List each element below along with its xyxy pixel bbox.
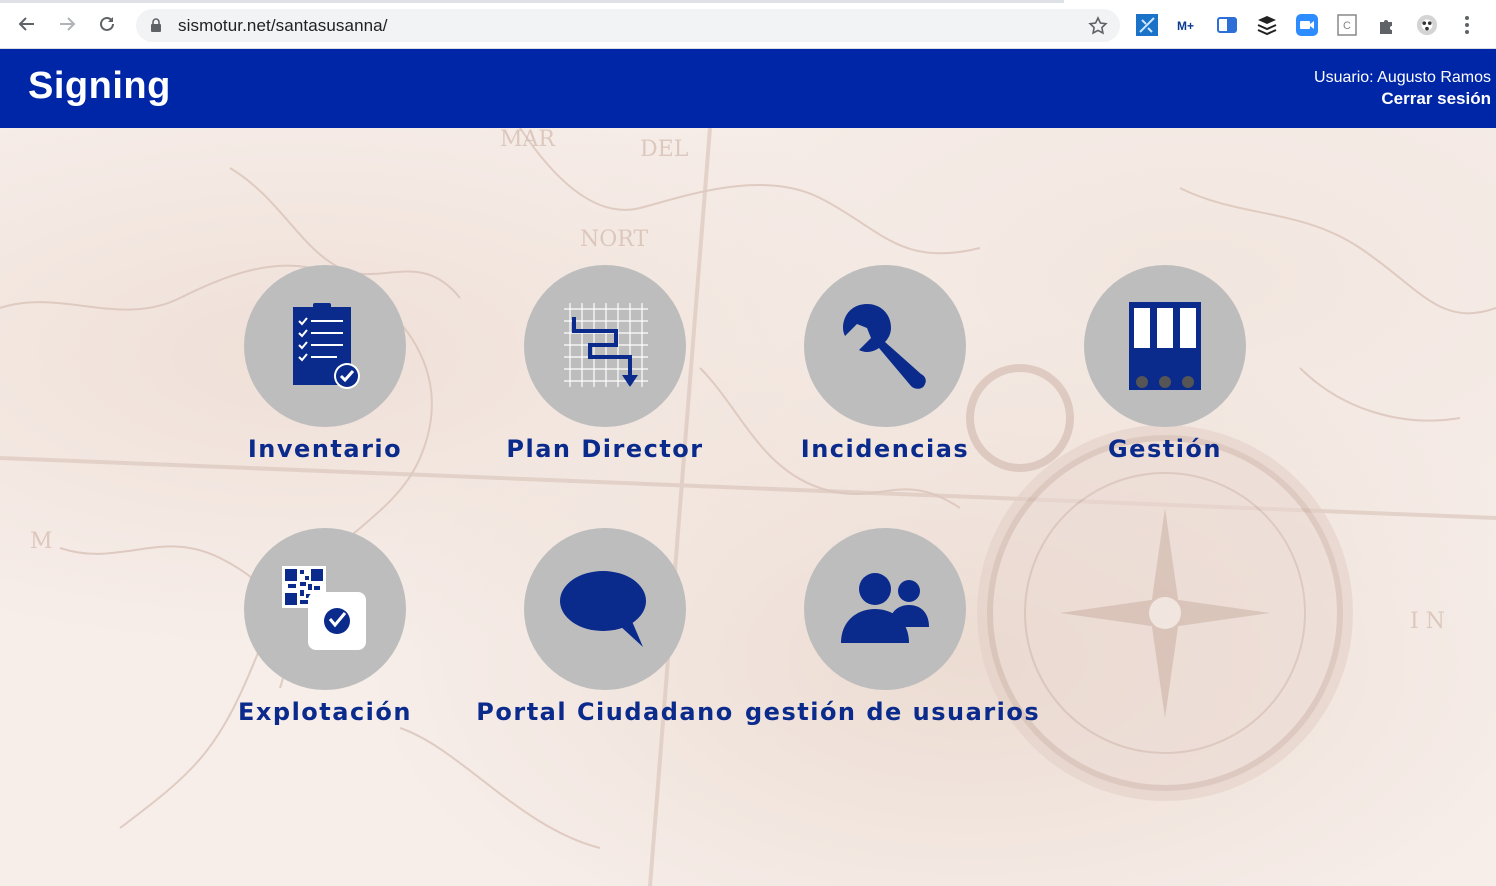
reload-icon xyxy=(100,16,114,31)
extensions-puzzle-icon[interactable] xyxy=(1376,14,1398,36)
speech-bubble-icon xyxy=(560,571,646,647)
browser-menu-icon[interactable] xyxy=(1456,14,1478,36)
zoom-video-icon[interactable] xyxy=(1296,14,1318,36)
arrow-left-icon xyxy=(18,17,34,31)
grid-route-plan-icon xyxy=(564,303,648,387)
svg-text:C: C xyxy=(1343,20,1351,32)
binders-icon xyxy=(1129,302,1201,390)
background-map-image: NORT MAR DEL I N M xyxy=(0,128,1496,886)
module-label: Plan Director xyxy=(506,435,704,463)
url-text: sismotur.net/santasusanna/ xyxy=(178,16,388,35)
module-incidencias[interactable]: Incidencias xyxy=(745,265,1025,463)
tab-strip-edge xyxy=(0,0,1064,3)
back-button[interactable] xyxy=(15,12,39,36)
module-icon-circle xyxy=(244,265,406,427)
movistar-plus-icon[interactable]: M+ xyxy=(1176,14,1198,36)
bookmark-star-icon[interactable] xyxy=(1088,16,1108,36)
profile-avatar-icon[interactable] xyxy=(1416,14,1438,36)
user-panel: Usuario: Augusto Ramos Cerrar sesión xyxy=(1314,68,1491,110)
clipboard-checklist-icon xyxy=(293,303,360,389)
logout-link[interactable]: Cerrar sesión xyxy=(1314,88,1491,110)
module-label: Gestión xyxy=(1107,435,1223,463)
module-plan-director[interactable]: Plan Director xyxy=(465,265,745,463)
browser-toolbar: sismotur.net/santasusanna/ M+ C xyxy=(0,0,1496,49)
translate-extension-icon[interactable] xyxy=(1216,14,1238,36)
brand-logo[interactable]: Signing xyxy=(28,65,171,108)
module-icon-circle xyxy=(524,265,686,427)
qr-code-scan-icon xyxy=(282,566,366,650)
module-explotacion[interactable]: Explotación xyxy=(185,528,465,726)
forward-button[interactable] xyxy=(55,12,79,36)
module-icon-circle xyxy=(1084,265,1246,427)
wrench-icon xyxy=(843,304,926,389)
main-dashboard: NORT MAR DEL I N M Inventario Plan Direc… xyxy=(0,128,1496,886)
arrow-right-icon xyxy=(60,17,76,31)
c-bracket-extension-icon[interactable]: C xyxy=(1336,14,1358,36)
users-group-icon xyxy=(841,573,929,643)
module-gestion-usuarios[interactable]: gestión de usuarios xyxy=(745,528,1041,726)
module-icon-circle xyxy=(804,265,966,427)
user-name: Usuario: Augusto Ramos xyxy=(1314,69,1491,86)
module-label: gestión de usuarios xyxy=(745,698,1041,726)
reload-button[interactable] xyxy=(95,12,119,36)
svg-text:NORT: NORT xyxy=(580,227,648,252)
svg-text:M: M xyxy=(30,529,53,554)
module-label: Portal Ciudadano xyxy=(476,698,734,726)
module-gestion[interactable]: Gestión xyxy=(1025,265,1305,463)
module-icon-circle xyxy=(804,528,966,690)
lock-icon xyxy=(151,18,161,32)
module-inventario[interactable]: Inventario xyxy=(185,265,465,463)
module-icon-circle xyxy=(244,528,406,690)
svg-text:M+: M+ xyxy=(1177,19,1194,33)
svg-text:I N: I N xyxy=(1410,609,1445,634)
puzzle-map-extension-icon[interactable] xyxy=(1136,14,1158,36)
module-icon-circle xyxy=(524,528,686,690)
module-label: Inventario xyxy=(247,435,403,463)
address-bar[interactable]: sismotur.net/santasusanna/ xyxy=(136,9,1120,42)
app-header: Signing Usuario: Augusto Ramos Cerrar se… xyxy=(0,49,1496,128)
svg-text:DEL: DEL xyxy=(640,137,689,162)
buffer-stack-icon[interactable] xyxy=(1256,14,1278,36)
module-label: Incidencias xyxy=(800,435,970,463)
module-portal-ciudadano[interactable]: Portal Ciudadano xyxy=(465,528,745,726)
svg-text:MAR: MAR xyxy=(500,128,556,152)
module-label: Explotación xyxy=(238,698,412,726)
